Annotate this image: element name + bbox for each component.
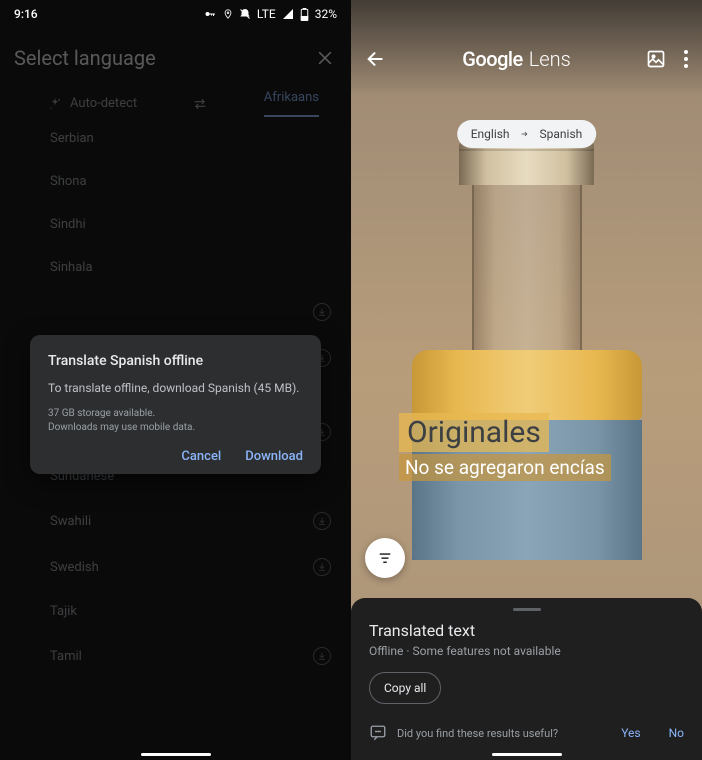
dialog-meta: 37 GB storage available. Downloads may u… — [48, 407, 303, 435]
nav-handle[interactable] — [141, 753, 211, 756]
language-item[interactable]: Serbian — [50, 117, 351, 160]
language-item[interactable]: Swedish — [50, 544, 351, 590]
translated-text-sheet[interactable]: Translated text Offline · Some features … — [351, 598, 702, 760]
language-label: Serbian — [50, 131, 94, 146]
location-icon — [223, 8, 233, 20]
gallery-icon[interactable] — [646, 49, 666, 69]
language-label: Shona — [50, 174, 87, 189]
language-item[interactable]: Shona — [50, 160, 351, 203]
tab-active[interactable]: Afrikaans — [264, 90, 319, 117]
status-icons: LTE 32% — [203, 7, 337, 21]
page-title: Select language — [14, 46, 156, 70]
language-tabs: Auto-detect Afrikaans — [0, 82, 351, 117]
dialog-actions: Cancel Download — [48, 449, 303, 464]
download-icon[interactable] — [313, 558, 331, 576]
filter-icon — [376, 551, 394, 565]
sheet-handle[interactable] — [513, 608, 541, 611]
language-item[interactable]: Swahili — [50, 498, 351, 544]
status-bar: 9:16 LTE 32% — [0, 0, 351, 28]
offline-download-dialog: Translate Spanish offline To translate o… — [30, 335, 321, 474]
download-button[interactable]: Download — [245, 449, 303, 464]
download-icon[interactable] — [313, 512, 331, 530]
language-item[interactable]: Sindhi — [50, 203, 351, 246]
filter-fab[interactable] — [365, 538, 405, 578]
google-lens-screen: Google Lens English Spanish Originales N… — [351, 0, 702, 760]
lens-topbar: Google Lens — [351, 0, 702, 96]
dialog-title: Translate Spanish offline — [48, 353, 303, 369]
sheet-subtitle: Offline · Some features not available — [369, 644, 684, 658]
header: Select language — [0, 28, 351, 82]
sparkle-icon — [48, 97, 62, 111]
language-label: Sinhala — [50, 260, 93, 275]
overlay-line-2[interactable]: No se agregaron encías — [399, 454, 611, 481]
feedback-no-button[interactable]: No — [669, 726, 684, 740]
back-icon[interactable] — [365, 48, 387, 70]
language-label: Swahili — [50, 514, 91, 529]
cancel-button[interactable]: Cancel — [181, 449, 221, 464]
download-icon[interactable] — [313, 647, 331, 665]
network-label: LTE — [257, 7, 276, 21]
feedback-icon — [369, 724, 387, 742]
translate-language-screen: 9:16 LTE 32% Select language Auto-detect… — [0, 0, 351, 760]
arrow-right-icon — [518, 130, 532, 138]
feedback-yes-button[interactable]: Yes — [621, 726, 640, 740]
language-label: Tamil — [50, 649, 82, 664]
translated-overlay: Originales No se agregaron encías — [399, 413, 611, 481]
language-item[interactable]: Tajik — [50, 590, 351, 633]
status-time: 9:16 — [14, 7, 38, 21]
bottle-subject — [412, 140, 642, 560]
google-lens-logo: Google Lens — [462, 47, 571, 71]
signal-icon — [282, 8, 294, 20]
language-item[interactable] — [50, 289, 351, 335]
tab-auto-detect[interactable]: Auto-detect — [48, 96, 137, 111]
chip-from: English — [471, 127, 510, 141]
language-label: Sindhi — [50, 217, 86, 232]
more-icon[interactable] — [684, 50, 688, 68]
language-item[interactable]: Sinhala — [50, 246, 351, 289]
key-icon — [203, 8, 217, 20]
language-item[interactable]: Tamil — [50, 633, 351, 679]
language-label: Swedish — [50, 560, 99, 575]
copy-all-button[interactable]: Copy all — [369, 672, 441, 704]
close-icon[interactable] — [315, 48, 335, 68]
battery-icon — [300, 8, 309, 21]
feedback-row: Did you find these results useful? Yes N… — [369, 718, 684, 752]
language-label: Tajik — [50, 604, 77, 619]
feedback-question: Did you find these results useful? — [397, 727, 593, 740]
overlay-line-1[interactable]: Originales — [399, 413, 549, 452]
dialog-body: To translate offline, download Spanish (… — [48, 381, 303, 395]
translate-language-chip[interactable]: English Spanish — [457, 120, 597, 148]
swap-icon[interactable] — [191, 97, 209, 111]
nav-handle[interactable] — [492, 753, 562, 756]
download-icon[interactable] — [313, 303, 331, 321]
tab-auto-label: Auto-detect — [70, 96, 137, 111]
sheet-title: Translated text — [369, 621, 684, 640]
battery-label: 32% — [315, 7, 337, 21]
dnd-icon — [239, 8, 251, 20]
chip-to: Spanish — [540, 127, 583, 141]
